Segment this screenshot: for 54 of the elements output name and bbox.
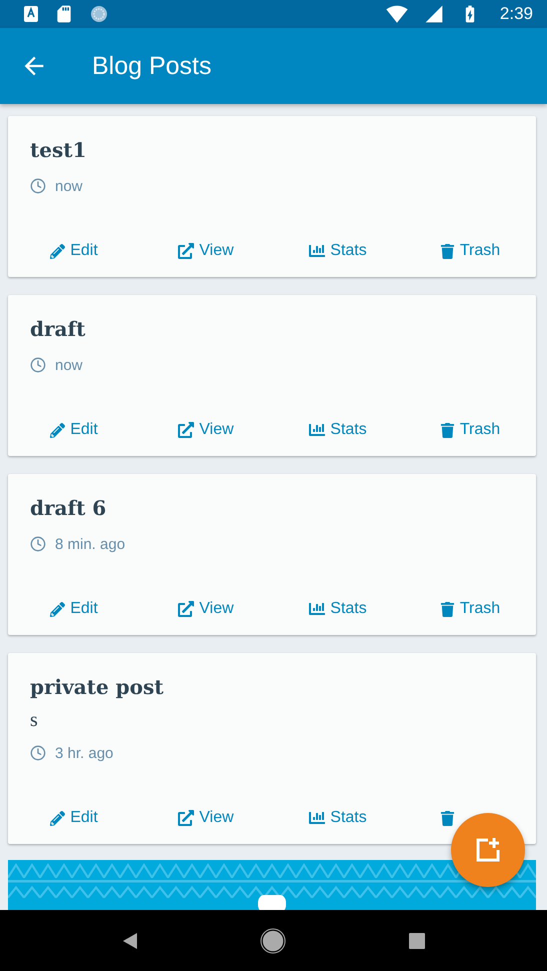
add-document-icon [474,836,502,864]
clock-icon [30,357,46,373]
post-title[interactable]: draft [30,314,514,344]
action-button[interactable]: Trash [404,231,536,271]
action-button[interactable]: View [140,798,272,838]
post-time: now [55,356,83,374]
action-button[interactable]: View [140,231,272,271]
post-time: 8 min. ago [55,536,126,552]
pencil-icon [50,810,66,826]
post-time: 3 hr. ago [55,744,114,762]
action-button[interactable]: View [140,410,272,450]
external-link-icon [178,243,194,259]
action-button[interactable]: Edit [8,410,140,450]
bar-chart-icon [309,243,326,259]
recents-nav-button[interactable] [408,932,426,950]
clock-time: 2:39 [500,4,533,24]
post-excerpt: s [30,708,39,732]
keyboard-a-icon [24,6,38,22]
clock-icon [30,178,46,194]
external-link-icon [178,810,194,826]
trash-icon [440,810,455,826]
sync-circle-icon [90,5,108,23]
action-button[interactable]: Stats [272,410,404,450]
pencil-icon [50,244,66,258]
home-nav-button[interactable] [260,928,286,954]
action-button[interactable]: Edit [8,798,140,838]
external-link-icon [178,601,194,617]
post-title[interactable]: test1 [30,135,514,165]
action-button[interactable]: Stats [272,589,404,629]
action-button[interactable]: Stats [272,231,404,271]
bar-chart-icon [309,422,326,438]
clock-icon [30,745,46,761]
action-button[interactable]: Edit [8,589,140,629]
trash-icon [440,422,455,438]
bar-chart-icon [309,810,326,826]
trash-icon [440,602,455,616]
post-title[interactable]: private post [30,672,514,702]
screen-title: Blog Posts [92,52,212,80]
clock-icon [30,536,46,552]
action-button[interactable]: Edit [8,231,140,271]
bar-chart-icon [309,601,326,617]
signal-icon [424,4,444,24]
wifi-icon [386,3,408,25]
trash-icon [440,244,455,258]
post-title[interactable]: draft 6 [30,493,514,523]
back-nav-button[interactable] [120,930,139,950]
action-button[interactable]: View [140,589,272,629]
action-button[interactable]: Stats [272,798,404,838]
action-button[interactable]: Trash [404,410,536,450]
action-button[interactable]: Trash [404,589,536,629]
external-link-icon [178,422,194,438]
post-time: now [55,178,83,194]
pencil-icon [50,602,66,616]
pencil-icon [50,422,66,438]
